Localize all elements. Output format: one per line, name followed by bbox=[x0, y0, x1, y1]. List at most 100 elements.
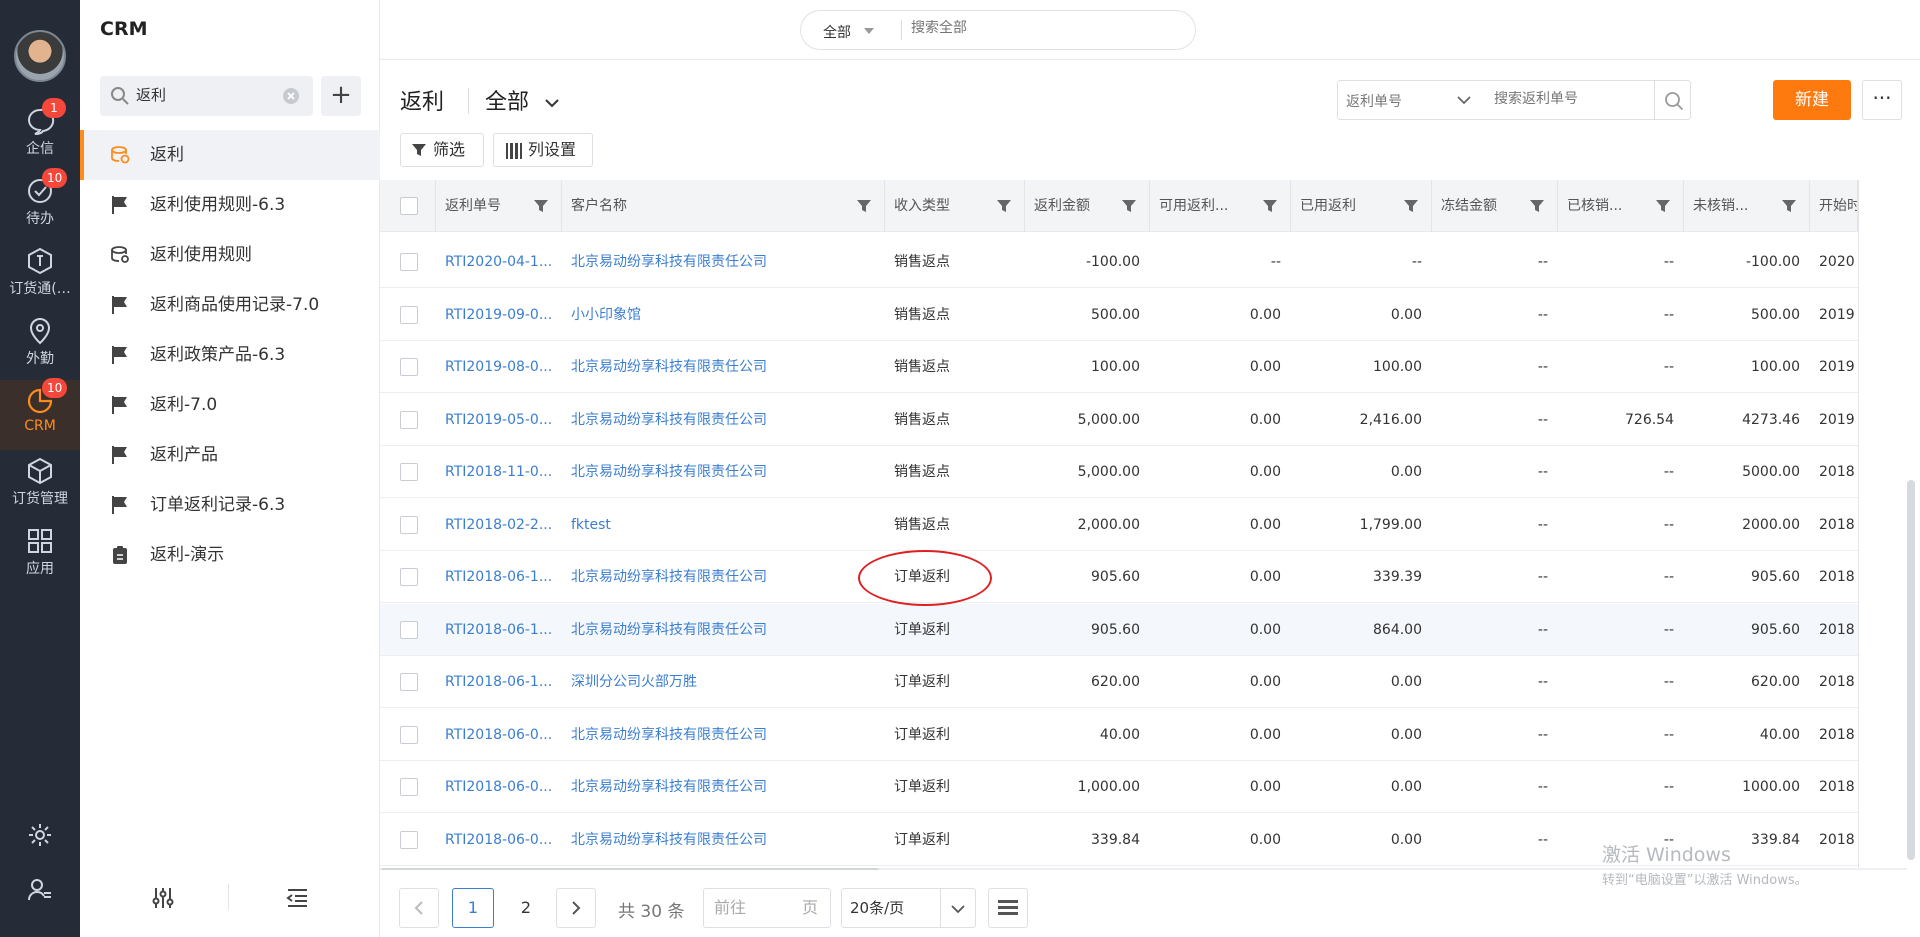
row-checkbox[interactable] bbox=[400, 620, 418, 639]
user-settings-button[interactable] bbox=[0, 870, 80, 910]
nav-qixin[interactable]: 1 企信 bbox=[0, 98, 80, 170]
prev-page-button[interactable] bbox=[399, 888, 439, 928]
select-all-checkbox[interactable] bbox=[400, 197, 418, 215]
table-row[interactable]: RTI2018-02-2... fktest 销售返点 2,000.00 0.00 1,7… bbox=[380, 498, 1920, 551]
cell-rebate-no[interactable]: RTI2018-02-2... bbox=[445, 499, 560, 551]
cell-customer[interactable]: 北京易动纷享科技有限责任公司 bbox=[571, 814, 871, 866]
col-header-amount[interactable]: 返利金额 bbox=[1025, 180, 1150, 232]
row-checkbox[interactable] bbox=[400, 673, 418, 691]
cell-rebate-no[interactable]: RTI2018-06-0... bbox=[445, 761, 560, 813]
cell-rebate-no[interactable]: RTI2019-08-0... bbox=[445, 341, 560, 393]
table-row[interactable]: RTI2019-09-0... 小小印象馆 销售返点 500.00 0.00 0.00 --… bbox=[380, 288, 1920, 341]
vertical-scrollbar[interactable] bbox=[1907, 480, 1915, 860]
page-2-button[interactable]: 2 bbox=[505, 888, 547, 928]
row-checkbox[interactable] bbox=[400, 515, 418, 534]
new-button[interactable]: 新建 bbox=[1773, 80, 1851, 120]
filter-icon[interactable] bbox=[856, 198, 872, 214]
nav-dinghuotong[interactable]: 订货通(… bbox=[0, 240, 80, 310]
nav-crm[interactable]: 10 CRM bbox=[0, 378, 80, 450]
settings-button[interactable] bbox=[0, 815, 80, 855]
cell-customer[interactable]: 北京易动纷享科技有限责任公司 bbox=[571, 394, 871, 446]
record-search-input[interactable] bbox=[1494, 91, 1644, 107]
col-header-frozen[interactable]: 冻结金额 bbox=[1432, 180, 1558, 232]
sidebar-item-rebate-product-usage[interactable]: 返利商品使用记录-7.0 bbox=[80, 280, 380, 330]
filter-icon[interactable] bbox=[1529, 198, 1545, 214]
cell-rebate-no[interactable]: RTI2018-06-1... bbox=[445, 656, 560, 708]
cell-rebate-no[interactable]: RTI2018-06-0... bbox=[445, 814, 560, 866]
table-row[interactable]: RTI2018-06-0... 北京易动纷享科技有限责任公司 订单返利 1,000.0… bbox=[380, 761, 1920, 813]
sidebar-item-order-rebate-record[interactable]: 订单返利记录-6.3 bbox=[80, 480, 380, 530]
global-search[interactable]: 全部 bbox=[800, 10, 1196, 50]
sidebar-item-rebate-70[interactable]: 返利-7.0 bbox=[80, 380, 380, 430]
sidebar-item-rebate-rule-63[interactable]: 返利使用规则-6.3 bbox=[80, 180, 380, 230]
sidebar-config-button[interactable] bbox=[150, 885, 176, 915]
sidebar-item-rebate[interactable]: 返利 bbox=[80, 130, 380, 180]
more-button[interactable]: ··· bbox=[1862, 80, 1902, 120]
search-icon[interactable] bbox=[1664, 91, 1684, 111]
col-header-available[interactable]: 可用返利... bbox=[1150, 180, 1291, 232]
cell-rebate-no[interactable]: RTI2019-05-0... bbox=[445, 394, 560, 446]
cell-customer[interactable]: 深圳分公司火部万胜 bbox=[571, 656, 871, 708]
row-checkbox[interactable] bbox=[400, 410, 418, 429]
record-search[interactable]: 返利单号 bbox=[1337, 80, 1691, 120]
search-field-select[interactable]: 返利单号 bbox=[1346, 91, 1402, 111]
clear-icon[interactable] bbox=[282, 87, 300, 105]
sidebar-search[interactable] bbox=[100, 76, 313, 116]
table-row[interactable]: RTI2020-04-1... 北京易动纷享科技有限责任公司 销售返点 -100.00… bbox=[380, 236, 1920, 288]
add-object-button[interactable]: + bbox=[321, 76, 361, 116]
cell-customer[interactable]: 北京易动纷享科技有限责任公司 bbox=[571, 551, 871, 603]
next-page-button[interactable] bbox=[556, 888, 596, 928]
col-header-verified[interactable]: 已核销... bbox=[1558, 180, 1684, 232]
global-search-input[interactable] bbox=[911, 20, 1171, 36]
col-header-used[interactable]: 已用返利 bbox=[1291, 180, 1432, 232]
cell-customer[interactable]: 北京易动纷享科技有限责任公司 bbox=[571, 604, 871, 656]
table-row[interactable]: RTI2018-06-0... 北京易动纷享科技有限责任公司 订单返利 40.00 0.… bbox=[380, 708, 1920, 761]
row-checkbox[interactable] bbox=[400, 358, 418, 376]
page-size-select[interactable]: 20条/页 bbox=[841, 888, 976, 928]
cell-customer[interactable]: 北京易动纷享科技有限责任公司 bbox=[571, 341, 871, 393]
col-header-start[interactable]: 开始时 bbox=[1810, 180, 1858, 232]
filter-icon[interactable] bbox=[1655, 198, 1671, 214]
col-header-rebate-no[interactable]: 返利单号 bbox=[436, 180, 562, 232]
global-search-scope[interactable]: 全部 bbox=[823, 22, 851, 42]
table-row[interactable]: RTI2018-06-1... 深圳分公司火部万胜 订单返利 620.00 0.00 0.… bbox=[380, 656, 1920, 708]
cell-rebate-no[interactable]: RTI2019-09-0... bbox=[445, 289, 560, 341]
goto-page-input[interactable]: 前往 页 bbox=[703, 888, 831, 928]
sidebar-item-rebate-product[interactable]: 返利产品 bbox=[80, 430, 380, 480]
cell-rebate-no[interactable]: RTI2018-06-0... bbox=[445, 709, 560, 761]
sidebar-item-rebate-rule[interactable]: 返利使用规则 bbox=[80, 230, 380, 280]
collapse-sidebar-button[interactable] bbox=[284, 885, 310, 915]
table-row[interactable]: RTI2018-06-1... 北京易动纷享科技有限责任公司 订单返利 905.60 0… bbox=[380, 551, 1920, 603]
row-checkbox[interactable] bbox=[400, 253, 418, 271]
cell-customer[interactable]: 北京易动纷享科技有限责任公司 bbox=[571, 761, 871, 813]
sidebar-search-input[interactable] bbox=[136, 85, 266, 103]
col-header-unverified[interactable]: 未核销... bbox=[1684, 180, 1810, 232]
cell-customer[interactable]: 小小印象馆 bbox=[571, 289, 871, 341]
sidebar-item-rebate-policy-product[interactable]: 返利政策产品-6.3 bbox=[80, 330, 380, 380]
filter-icon[interactable] bbox=[1781, 198, 1797, 214]
cell-rebate-no[interactable]: RTI2018-06-1... bbox=[445, 551, 560, 603]
filter-icon[interactable] bbox=[533, 198, 549, 214]
row-checkbox[interactable] bbox=[400, 463, 418, 481]
row-checkbox[interactable] bbox=[400, 305, 418, 324]
cell-rebate-no[interactable]: RTI2020-04-1... bbox=[445, 236, 560, 288]
row-checkbox[interactable] bbox=[400, 568, 418, 586]
cell-rebate-no[interactable]: RTI2018-11-0... bbox=[445, 446, 560, 498]
table-row[interactable]: RTI2019-05-0... 北京易动纷享科技有限责任公司 销售返点 5,000.0… bbox=[380, 393, 1920, 446]
cell-customer[interactable]: 北京易动纷享科技有限责任公司 bbox=[571, 446, 871, 498]
page-1-button[interactable]: 1 bbox=[452, 888, 494, 928]
row-checkbox[interactable] bbox=[400, 778, 418, 796]
filter-icon[interactable] bbox=[1121, 198, 1137, 214]
col-header-customer[interactable]: 客户名称 bbox=[562, 180, 885, 232]
row-checkbox[interactable] bbox=[400, 830, 418, 849]
filter-button[interactable]: 筛选 bbox=[400, 133, 484, 167]
row-checkbox[interactable] bbox=[400, 725, 418, 744]
nav-order-mgmt[interactable]: 订货管理 bbox=[0, 450, 80, 520]
nav-apps[interactable]: 应用 bbox=[0, 520, 80, 590]
filter-icon[interactable] bbox=[996, 198, 1012, 214]
table-row[interactable]: RTI2019-08-0... 北京易动纷享科技有限责任公司 销售返点 100.00 0… bbox=[380, 341, 1920, 393]
column-settings-button[interactable]: 列设置 bbox=[493, 133, 593, 167]
table-row[interactable]: RTI2018-06-1... 北京易动纷享科技有限责任公司 订单返利 905.60 0… bbox=[380, 603, 1920, 656]
cell-customer[interactable]: fktest bbox=[571, 499, 871, 551]
nav-waiqin[interactable]: 外勤 bbox=[0, 310, 80, 380]
